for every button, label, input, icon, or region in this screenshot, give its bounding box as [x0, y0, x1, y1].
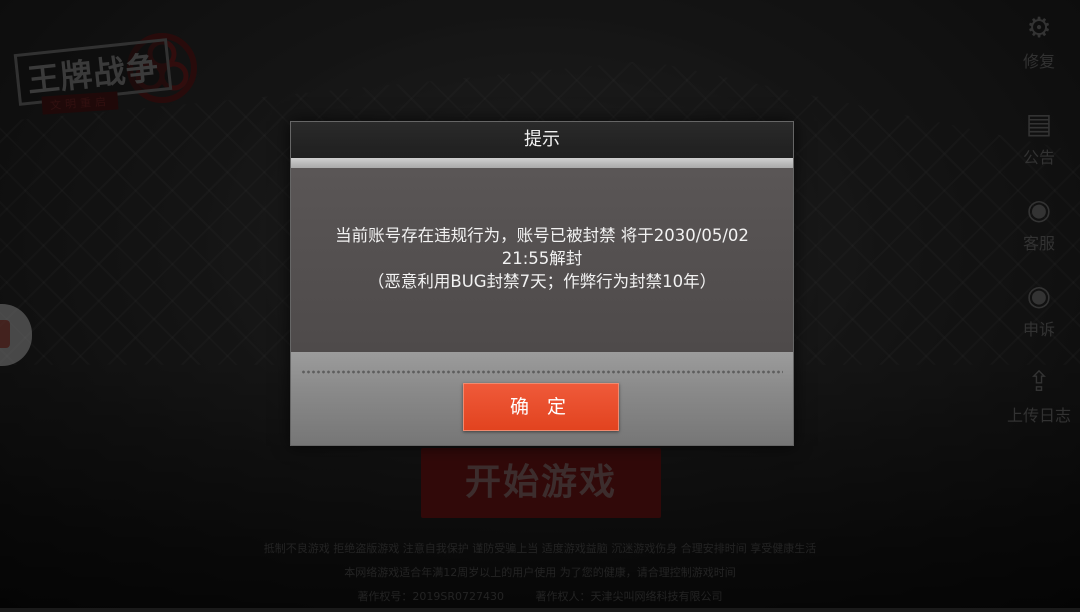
ban-message-line2: 21:55解封	[501, 249, 583, 268]
dialog-footer: 确 定	[291, 352, 793, 445]
dialog-message: 当前账号存在违规行为，账号已被封禁 将于2030/05/02 21:55解封 （…	[291, 224, 793, 293]
ban-notice-dialog: 提示 当前账号存在违规行为，账号已被封禁 将于2030/05/02 21:55解…	[290, 121, 794, 446]
ban-reason: （恶意利用BUG封禁7天；作弊行为封禁10年）	[367, 272, 717, 291]
confirm-button[interactable]: 确 定	[463, 383, 619, 431]
dialog-title: 提示	[524, 129, 560, 150]
dialog-body: 当前账号存在违规行为，账号已被封禁 将于2030/05/02 21:55解封 （…	[291, 168, 793, 352]
dialog-header: 提示	[291, 122, 793, 158]
dialog-divider	[291, 158, 793, 168]
ban-message-line1: 当前账号存在违规行为，账号已被封禁 将于2030/05/02	[335, 226, 749, 245]
dotted-divider	[301, 370, 783, 374]
